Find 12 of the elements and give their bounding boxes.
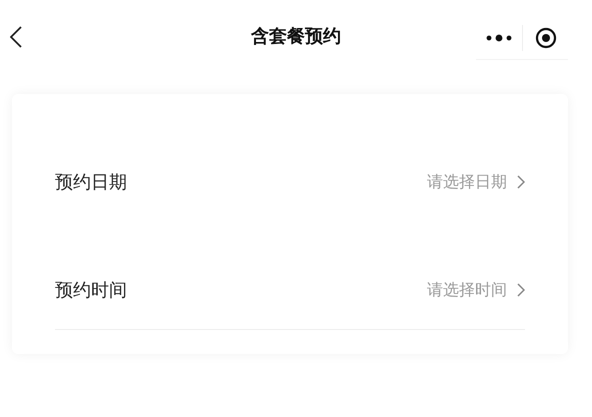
chevron-right-icon [517,175,525,189]
picker-row[interactable]: 预约时间 请选择时间 [55,255,525,325]
chevron-right-icon [517,283,525,297]
field-label: 预约时间 [55,278,127,302]
picker-placeholder: 请选择时间 [427,279,507,301]
picker-placeholder: 请选择日期 [427,171,507,193]
back-icon [10,26,22,48]
field-label: 预约日期 [55,170,127,194]
more-icon [485,34,513,42]
picker-row[interactable]: 预约日期 请选择日期 [55,147,525,217]
target-icon [534,26,556,48]
page-title: 含套餐预约 [251,24,341,48]
